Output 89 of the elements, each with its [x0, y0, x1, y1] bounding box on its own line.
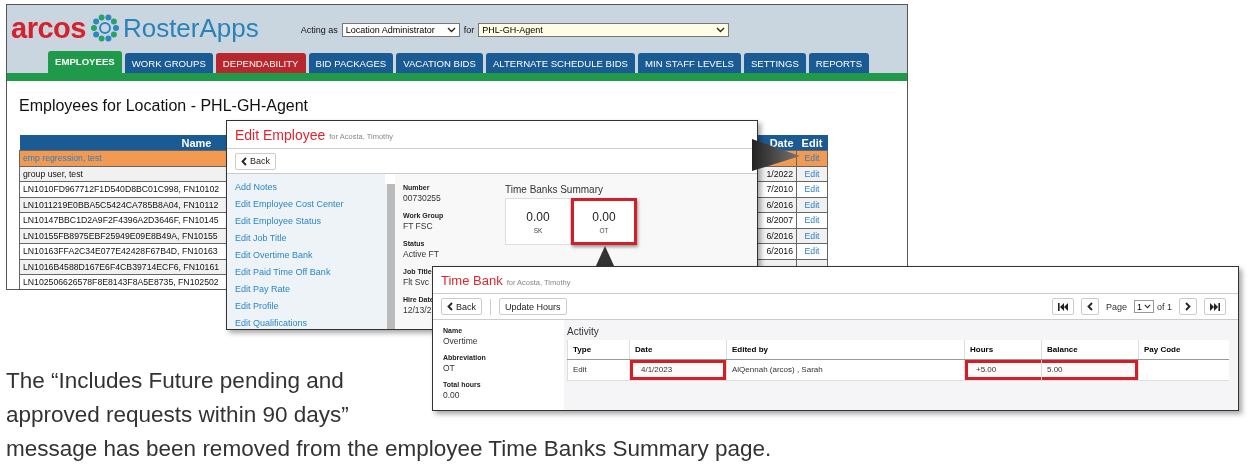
caret-icon — [446, 27, 456, 33]
employee-name: LN10155FB8975EBF25949E09E8B49A, FN10155 — [23, 230, 218, 241]
field-value: 00730255 — [403, 193, 441, 203]
column-header: Date — [629, 340, 727, 360]
scrollbar[interactable] — [385, 184, 395, 329]
nav-tab[interactable]: DEPENDABILITY — [215, 53, 306, 73]
role-select[interactable]: Location Administrator — [341, 23, 460, 37]
chevron-right-icon — [1185, 302, 1191, 311]
callout-arrow — [752, 139, 800, 171]
column-header: Balance — [1041, 340, 1139, 360]
employee-name: LN102506626578F8E8143F8A5E8735, FN102502 — [23, 277, 219, 288]
nav-tab[interactable]: WORK GROUPS — [124, 53, 213, 73]
date-text: 6/2016 — [766, 230, 793, 241]
nav-tab[interactable]: VACATION BIDS — [396, 53, 483, 73]
field-value: OT — [443, 363, 455, 373]
field-value: 0.00 — [443, 390, 460, 400]
chevron-left-icon — [1086, 302, 1093, 311]
page-heading: Employees for Location - PHL-GH-Agent — [19, 97, 309, 115]
location-select[interactable]: PHL-GH-Agent — [478, 23, 730, 37]
column-header: Hours — [964, 340, 1042, 360]
caret-icon — [1144, 304, 1151, 309]
brand-logo: arcos — [11, 11, 86, 45]
page-count: of 1 — [1157, 301, 1172, 312]
employee-name: LN10163FFA2C34E077E42428F67B4D, FN10163 — [23, 246, 218, 257]
nav-link[interactable]: Edit Employee Status — [235, 216, 385, 227]
chevron-left-icon — [241, 156, 247, 166]
nav-tab[interactable]: ALTERNATE SCHEDULE BIDS — [485, 53, 635, 73]
field-value: Overtime — [443, 336, 478, 346]
nav-link[interactable]: Edit Overtime Bank — [235, 250, 385, 261]
previous-page-button[interactable] — [1080, 298, 1099, 315]
last-page-button[interactable] — [1204, 298, 1226, 315]
nav-link[interactable]: Edit Pay Rate — [235, 284, 385, 295]
caption-text: The “Includes Future pending and approved requests within 90 days” — [6, 367, 350, 429]
table-cell: 5.00 — [1042, 360, 1138, 380]
update-hours-button[interactable]: Update Hours — [499, 298, 567, 315]
field-value: 12/13/2 — [403, 305, 432, 315]
last-page-icon — [1210, 302, 1220, 311]
employee-name: emp regression, test — [23, 153, 102, 164]
field-value: Flt Svc — [403, 277, 429, 287]
employee-name: group user, test — [23, 168, 83, 179]
back-button[interactable]: Back — [235, 152, 276, 170]
column-header: Pay Code — [1138, 340, 1229, 360]
for-label: for — [463, 25, 475, 35]
acting-as-label: Acting as — [300, 25, 338, 35]
caption-text: message has been removed from the employee Time Banks Summary page. — [6, 435, 772, 463]
nav-tab[interactable]: BID PACKAGES — [308, 53, 394, 73]
date-text: 7/2010 — [766, 184, 793, 195]
employee-name: LN1010FD967712F1D540D8BC01C998, FN10102 — [23, 184, 220, 195]
column-header: Edit — [796, 135, 828, 151]
nav-link[interactable]: Edit Qualifications — [235, 318, 385, 329]
nav-link[interactable]: Edit Job Title — [235, 233, 385, 244]
logo-icon — [89, 13, 120, 43]
page-label: Page — [1105, 301, 1127, 312]
nav-link[interactable]: Edit Employee Cost Center — [235, 199, 385, 210]
date-text: 6/2016 — [766, 199, 793, 210]
nav-link[interactable]: Edit Profile — [235, 301, 385, 312]
employee-name: LN1011219E0BBA5C5424CA785B8A04, FN10112 — [23, 199, 219, 210]
nav-tab[interactable]: SETTINGS — [743, 53, 806, 73]
back-button[interactable]: Back — [441, 298, 482, 315]
chevron-left-icon — [447, 302, 453, 311]
product-logo: RosterApps — [122, 12, 259, 44]
section-title: Time Banks Summary — [505, 184, 604, 195]
table-cell: +5.00 — [965, 360, 1041, 380]
date-text: 6/2016 — [766, 246, 793, 257]
window-title: Time Bank — [441, 272, 503, 288]
table-cell: 4/1/2023 — [630, 360, 726, 380]
bank-value: 0.00 — [526, 209, 550, 224]
first-page-button[interactable] — [1051, 298, 1074, 315]
date-text: 1/2022 — [766, 168, 793, 179]
employee-name: LN10147BBC1D2A9F2F4396A2D3646F, FN10145 — [23, 215, 219, 226]
employee-name: LN1016B4588D167E6F4CB39714ECF6, FN10161 — [23, 261, 220, 272]
section-title: Activity — [567, 326, 600, 337]
date-text: 8/2007 — [766, 215, 793, 226]
field-value: Active FT — [403, 249, 439, 259]
nav-tab[interactable]: MIN STAFF LEVELS — [638, 53, 741, 73]
field-value: FT FSC — [403, 221, 433, 231]
nav-link[interactable]: Edit Paid Time Off Bank — [235, 267, 385, 278]
column-header: Edited by — [726, 340, 965, 360]
column-header: Type — [567, 340, 630, 360]
table-cell-text: Edit — [572, 364, 588, 376]
caret-icon — [716, 27, 726, 33]
first-page-icon — [1057, 302, 1068, 311]
nav-link[interactable]: Add Notes — [235, 182, 385, 193]
bank-value: 0.00 — [592, 209, 616, 224]
nav-tab[interactable]: REPORTS — [808, 53, 870, 73]
nav-tab[interactable]: EMPLOYEES — [48, 51, 122, 73]
page-select[interactable]: 1 — [1133, 300, 1154, 313]
next-page-button[interactable] — [1179, 298, 1197, 315]
table-cell-text: AlQennah (arcos) , Sarah — [731, 364, 824, 376]
